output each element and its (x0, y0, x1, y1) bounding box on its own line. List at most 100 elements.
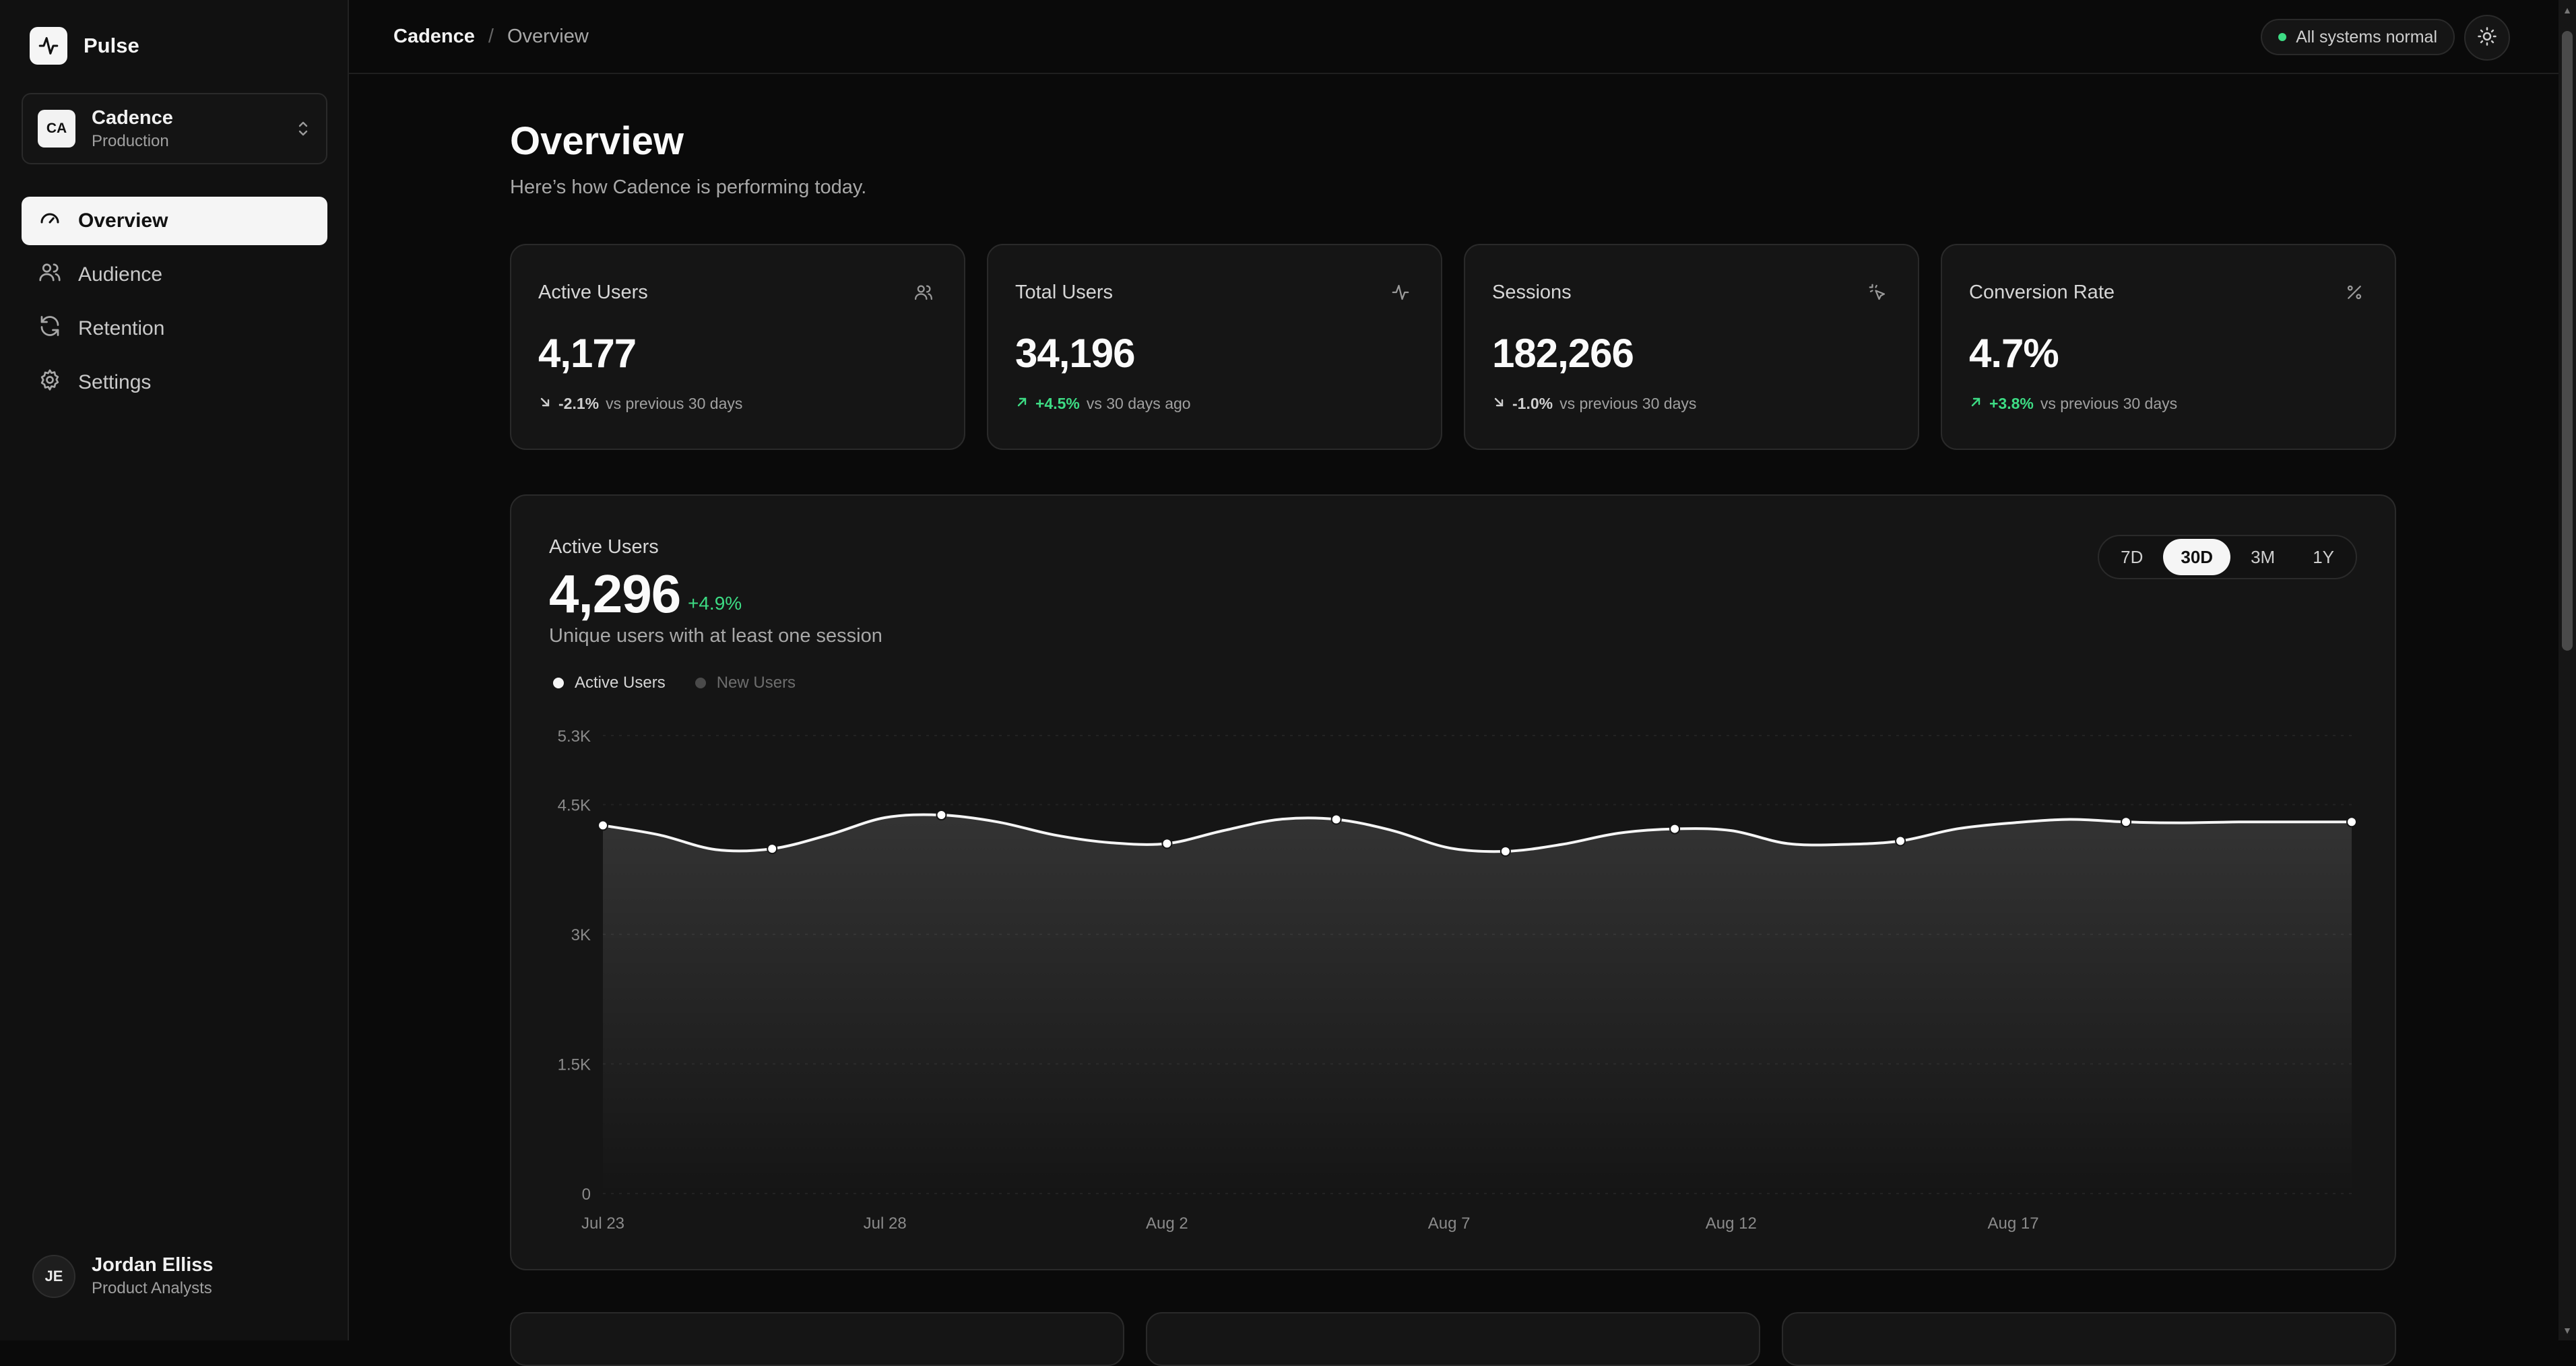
y-tick-label: 1.5K (558, 1056, 591, 1074)
kpi-note: vs previous 30 days (2040, 395, 2178, 412)
chevrons-up-down-icon (295, 119, 311, 138)
arrow-up-right-icon (1015, 395, 1029, 413)
sidebar-item-settings[interactable]: Settings (22, 358, 327, 407)
breadcrumb-root[interactable]: Cadence (393, 26, 475, 48)
page-subtitle: Here’s how Cadence is performing today. (510, 176, 867, 198)
avatar: JE (32, 1254, 75, 1298)
kpi-delta: -1.0% (1512, 395, 1553, 412)
brand[interactable]: Pulse (30, 27, 139, 65)
org-switcher[interactable]: CA Cadence Production (22, 93, 327, 164)
sidebar-item-label: Settings (78, 371, 152, 393)
status-text: All systems normal (2296, 27, 2437, 46)
status-badge[interactable]: All systems normal (2261, 19, 2455, 55)
kpi-label: Conversion Rate (1969, 282, 2115, 303)
user-name: Jordan Elliss (92, 1254, 214, 1276)
user-text: Jordan Elliss Product Analysts (92, 1254, 214, 1298)
kpi-value: 34,196 (1015, 331, 1136, 376)
org-text: Cadence Production (92, 107, 279, 151)
user-profile[interactable]: JE Jordan Elliss Product Analysts (32, 1254, 214, 1298)
data-point (1161, 838, 1173, 849)
theme-toggle-button[interactable] (2464, 15, 2510, 61)
sidebar-item-label: Retention (78, 317, 165, 339)
kpi-value: 4.7% (1969, 331, 2059, 376)
kpi-label: Total Users (1015, 282, 1114, 303)
kpi-trend: -1.0% vs previous 30 days (1492, 395, 1696, 413)
gear-icon (38, 368, 62, 397)
brand-name: Pulse (84, 34, 139, 57)
users-icon (38, 260, 62, 290)
data-point (1330, 814, 1342, 825)
user-role: Product Analysts (92, 1279, 212, 1297)
y-tick-label: 0 (582, 1185, 591, 1204)
scrollbar-thumb[interactable] (2562, 31, 2573, 651)
breadcrumb-current: Overview (507, 25, 589, 47)
data-point (767, 843, 778, 855)
data-point (2346, 816, 2357, 828)
scroll-up-icon[interactable]: ▲ (2562, 5, 2573, 15)
arrow-down-right-icon (538, 395, 552, 413)
y-tick-label: 3K (571, 926, 591, 944)
sun-icon (2477, 26, 2497, 50)
kpi-trend: +3.8% vs previous 30 days (1969, 395, 2177, 413)
secondary-card (1782, 1312, 2396, 1366)
sidebar: Pulse CA Cadence Production Overview Aud… (0, 0, 349, 1340)
arrow-down-right-icon (1492, 395, 1506, 413)
y-tick-label: 4.5K (558, 797, 591, 815)
x-tick-label: Aug 7 (1428, 1214, 1471, 1233)
org-environment: Production (92, 131, 169, 150)
sidebar-nav: Overview Audience Retention Settings (22, 197, 327, 412)
x-tick-label: Aug 2 (1146, 1214, 1188, 1233)
users-icon (910, 279, 937, 306)
org-avatar: CA (38, 110, 75, 148)
sidebar-item-retention[interactable]: Retention (22, 304, 327, 353)
kpi-label: Sessions (1492, 282, 1572, 303)
sidebar-item-label: Overview (78, 209, 168, 232)
x-tick-label: Aug 12 (1706, 1214, 1757, 1233)
kpi-trend: +4.5% vs 30 days ago (1015, 395, 1191, 413)
data-point (1500, 845, 1511, 857)
y-tick-label: 5.3K (558, 727, 591, 746)
breadcrumb-separator: / (488, 25, 494, 47)
kpi-value: 4,177 (538, 331, 637, 376)
breadcrumb: Cadence / Overview (393, 26, 589, 48)
x-tick-label: Aug 17 (1988, 1214, 2039, 1233)
kpi-note: vs 30 days ago (1086, 395, 1191, 412)
kpi-trend: -2.1% vs previous 30 days (538, 395, 742, 413)
data-point (1669, 823, 1681, 835)
data-point (936, 810, 947, 821)
kpi-card-sessions[interactable]: Sessions 182,266 -1.0% vs previous 30 da… (1464, 244, 1919, 450)
kpi-card-conversion-rate[interactable]: Conversion Rate 4.7% +3.8% vs previous 3… (1941, 244, 2396, 450)
sidebar-item-audience[interactable]: Audience (22, 251, 327, 299)
kpi-card-active-users[interactable]: Active Users 4,177 -2.1% vs previous 30 … (510, 244, 965, 450)
kpi-delta: +4.5% (1035, 395, 1080, 412)
percent-icon (2341, 279, 2368, 306)
data-point (598, 820, 608, 831)
kpi-note: vs previous 30 days (606, 395, 743, 412)
active-users-chart-card: Active Users 4,296 +4.9% Unique users wi… (510, 494, 2396, 1270)
secondary-card (1146, 1312, 1760, 1366)
x-tick-label: Jul 23 (581, 1214, 624, 1233)
kpi-card-total-users[interactable]: Total Users 34,196 +4.5% vs 30 days ago (987, 244, 1442, 450)
pulse-logo-icon (30, 27, 67, 65)
data-point (1895, 835, 1906, 847)
scroll-down-icon[interactable]: ▼ (2562, 1326, 2573, 1335)
refresh-icon (38, 314, 62, 344)
kpi-note: vs previous 30 days (1559, 395, 1697, 412)
org-name: Cadence (92, 106, 173, 129)
status-dot-icon (2278, 33, 2287, 41)
kpi-value: 182,266 (1492, 331, 1634, 376)
sidebar-item-overview[interactable]: Overview (22, 197, 327, 245)
data-point (2121, 816, 2132, 828)
page-title: Overview (510, 119, 684, 163)
gauge-icon (38, 206, 62, 236)
sidebar-item-label: Audience (78, 263, 163, 286)
app-root: Pulse CA Cadence Production Overview Aud… (0, 0, 2576, 1366)
topbar: Cadence / Overview All systems normal (349, 0, 2558, 74)
kpi-label: Active Users (538, 282, 648, 303)
kpi-delta: -2.1% (558, 395, 600, 412)
scrollbar[interactable]: ▲ ▼ (2558, 0, 2576, 1340)
area-chart: 0 1.5K 3K 4.5K 5.3K Jul 23 Jul 28 Aug 2 Aug 7 Au… (558, 727, 2357, 1233)
arrow-up-right-icon (1969, 395, 1983, 413)
series-area-active-users (603, 814, 2352, 1194)
secondary-card (510, 1312, 1124, 1366)
